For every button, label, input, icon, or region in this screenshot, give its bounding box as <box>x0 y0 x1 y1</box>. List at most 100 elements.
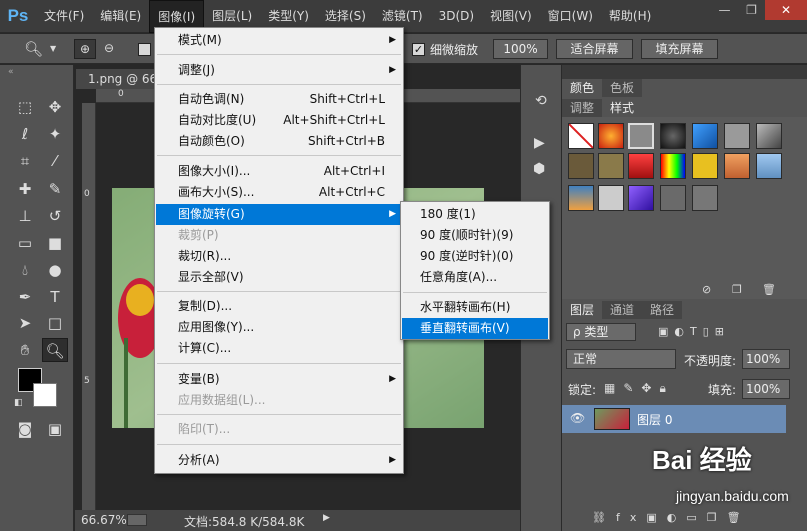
zoom-tool-icon[interactable]: 🔍︎ <box>24 40 43 58</box>
submenu-item-flip-vertical[interactable]: 垂直翻转画布(V) <box>402 318 548 339</box>
style-swatch[interactable] <box>724 153 750 179</box>
blend-mode-select[interactable]: 正常 <box>566 349 676 369</box>
submenu-item-rotate-90-cw[interactable]: 90 度(顺时针)(9) <box>402 225 548 246</box>
layer-filter-icons[interactable]: ▣◐T▯⊞ <box>658 325 730 338</box>
chevron-down-icon[interactable]: ▼ <box>50 44 56 53</box>
tab-swatches[interactable]: 色板 <box>602 79 643 97</box>
layer-row[interactable]: 👁︎ 图层 0 <box>562 405 786 433</box>
menu-item-duplicate[interactable]: 复制(D)... <box>156 296 402 317</box>
menu-view[interactable]: 视图(V) <box>482 0 540 33</box>
path-selection-icon[interactable]: ➤ <box>12 311 38 335</box>
history-brush-icon[interactable]: ↺ <box>42 204 68 228</box>
tab-color[interactable]: 颜色 <box>562 79 603 97</box>
minimize-button[interactable]: — <box>711 0 738 20</box>
tab-layers[interactable]: 图层 <box>562 301 603 319</box>
submenu-item-flip-horizontal[interactable]: 水平翻转画布(H) <box>402 297 548 318</box>
statusbar-arrow-icon[interactable]: ▶ <box>323 513 330 523</box>
menu-item-image-rotation[interactable]: 图像旋转(G) ▶ <box>156 204 402 225</box>
crop-tool-icon[interactable]: ⌗ <box>12 149 38 173</box>
style-swatch[interactable] <box>692 185 718 211</box>
lasso-tool-icon[interactable]: ℓ <box>12 122 38 146</box>
layer-bottom-icons[interactable]: ⛓fx▣◐▭❐🗑︎ <box>592 511 751 524</box>
menu-help[interactable]: 帮助(H) <box>601 0 659 33</box>
menu-file[interactable]: 文件(F) <box>36 0 92 33</box>
style-swatch[interactable] <box>724 123 750 149</box>
style-swatch[interactable] <box>598 123 624 149</box>
background-color-swatch[interactable] <box>33 383 57 407</box>
style-swatch[interactable] <box>692 123 718 149</box>
style-swatch[interactable] <box>598 185 624 211</box>
type-tool-icon[interactable]: T <box>42 285 68 309</box>
menu-item-reveal-all[interactable]: 显示全部(V) <box>156 267 402 288</box>
menu-item-apply-image[interactable]: 应用图像(Y)... <box>156 317 402 338</box>
menu-window[interactable]: 窗口(W) <box>540 0 601 33</box>
tab-styles[interactable]: 样式 <box>602 99 643 117</box>
menu-item-canvas-size[interactable]: 画布大小(S)... Alt+Ctrl+C <box>156 182 402 203</box>
style-swatch[interactable] <box>628 185 654 211</box>
style-swatch[interactable] <box>568 153 594 179</box>
style-swatch[interactable] <box>756 153 782 179</box>
style-swatch[interactable] <box>756 123 782 149</box>
tab-channels[interactable]: 通道 <box>602 301 643 319</box>
style-swatch[interactable] <box>598 153 624 179</box>
layer-name[interactable]: 图层 0 <box>637 411 672 428</box>
menu-item-variables[interactable]: 变量(B) ▶ <box>156 369 402 390</box>
scrubby-zoom-checkbox[interactable]: ✓ <box>412 43 425 56</box>
zoom-out-icon[interactable]: ⊖ <box>98 39 120 59</box>
menu-item-image-size[interactable]: 图像大小(I)... Alt+Ctrl+I <box>156 161 402 182</box>
lock-icons[interactable]: ▦✎✥🔒︎ <box>604 381 674 396</box>
submenu-item-rotate-180[interactable]: 180 度(1) <box>402 204 548 225</box>
style-none-swatch[interactable] <box>568 123 594 149</box>
style-swatch[interactable] <box>660 153 686 179</box>
no-style-icon[interactable]: ⊘ <box>702 283 711 296</box>
healing-brush-icon[interactable]: ✚ <box>12 177 38 201</box>
gradient-tool-icon[interactable]: ■ <box>42 231 68 255</box>
menu-item-adjustments[interactable]: 调整(J) ▶ <box>156 60 402 81</box>
eraser-icon[interactable]: ▭ <box>12 231 38 255</box>
tab-adjustments[interactable]: 调整 <box>562 99 603 117</box>
menu-item-calculations[interactable]: 计算(C)... <box>156 338 402 359</box>
3d-icon[interactable]: ⬢ <box>533 161 545 177</box>
zoom-tool-icon[interactable]: 🔍︎ <box>42 338 68 362</box>
pen-tool-icon[interactable]: ✒ <box>12 285 38 309</box>
menu-item-trim[interactable]: 裁切(R)... <box>156 246 402 267</box>
style-swatch[interactable] <box>660 123 686 149</box>
menu-item-analysis[interactable]: 分析(A) ▶ <box>156 450 402 471</box>
marquee-tool-icon[interactable]: ⬚ <box>12 95 38 119</box>
menu-item-auto-contrast[interactable]: 自动对比度(U) Alt+Shift+Ctrl+L <box>156 110 402 131</box>
delete-style-icon[interactable]: 🗑︎ <box>762 283 776 296</box>
style-swatch[interactable] <box>628 123 654 149</box>
style-swatch[interactable] <box>568 185 594 211</box>
dodge-tool-icon[interactable]: ● <box>42 258 68 282</box>
zoom-in-icon[interactable]: ⊕ <box>74 39 96 59</box>
magic-wand-icon[interactable]: ✦ <box>42 122 68 146</box>
hand-tool-icon[interactable]: ✋︎ <box>12 338 38 362</box>
menu-edit[interactable]: 编辑(E) <box>92 0 149 33</box>
submenu-item-arbitrary[interactable]: 任意角度(A)... <box>402 267 548 288</box>
menu-item-auto-color[interactable]: 自动颜色(O) Shift+Ctrl+B <box>156 131 402 152</box>
visibility-eye-icon[interactable]: 👁︎ <box>570 411 585 425</box>
opacity-input[interactable]: 100% <box>742 349 790 369</box>
brush-tool-icon[interactable]: ✎ <box>42 177 68 201</box>
submenu-item-rotate-90-ccw[interactable]: 90 度(逆时针)(0) <box>402 246 548 267</box>
zoom-100-button[interactable]: 100% <box>493 39 548 59</box>
history-icon[interactable]: ⟲ <box>535 93 547 109</box>
menu-item-auto-tone[interactable]: 自动色调(N) Shift+Ctrl+L <box>156 89 402 110</box>
eyedropper-icon[interactable]: ⁄ <box>42 149 68 173</box>
resize-windows-checkbox[interactable] <box>138 43 151 56</box>
rectangle-tool-icon[interactable]: □ <box>42 311 68 335</box>
actions-play-icon[interactable]: ▶ <box>534 135 545 151</box>
move-tool-icon[interactable]: ✥ <box>42 95 68 119</box>
clone-stamp-icon[interactable]: ⊥ <box>12 204 38 228</box>
fit-screen-button[interactable]: 适合屏幕 <box>556 39 633 59</box>
fill-screen-button[interactable]: 填充屏幕 <box>641 39 718 59</box>
restore-button[interactable]: ❐ <box>738 0 765 20</box>
default-colors-icon[interactable]: ◧ <box>14 398 23 408</box>
menu-item-mode[interactable]: 模式(M) ▶ <box>156 30 402 51</box>
zoom-level[interactable]: 66.67% <box>81 513 127 527</box>
screen-mode-icon[interactable]: ▣ <box>42 417 68 441</box>
layer-kind-filter[interactable]: ρ 类型 <box>566 323 636 341</box>
style-swatch[interactable] <box>660 185 686 211</box>
blur-tool-icon[interactable]: 💧︎ <box>12 258 38 282</box>
fill-input[interactable]: 100% <box>742 379 790 399</box>
